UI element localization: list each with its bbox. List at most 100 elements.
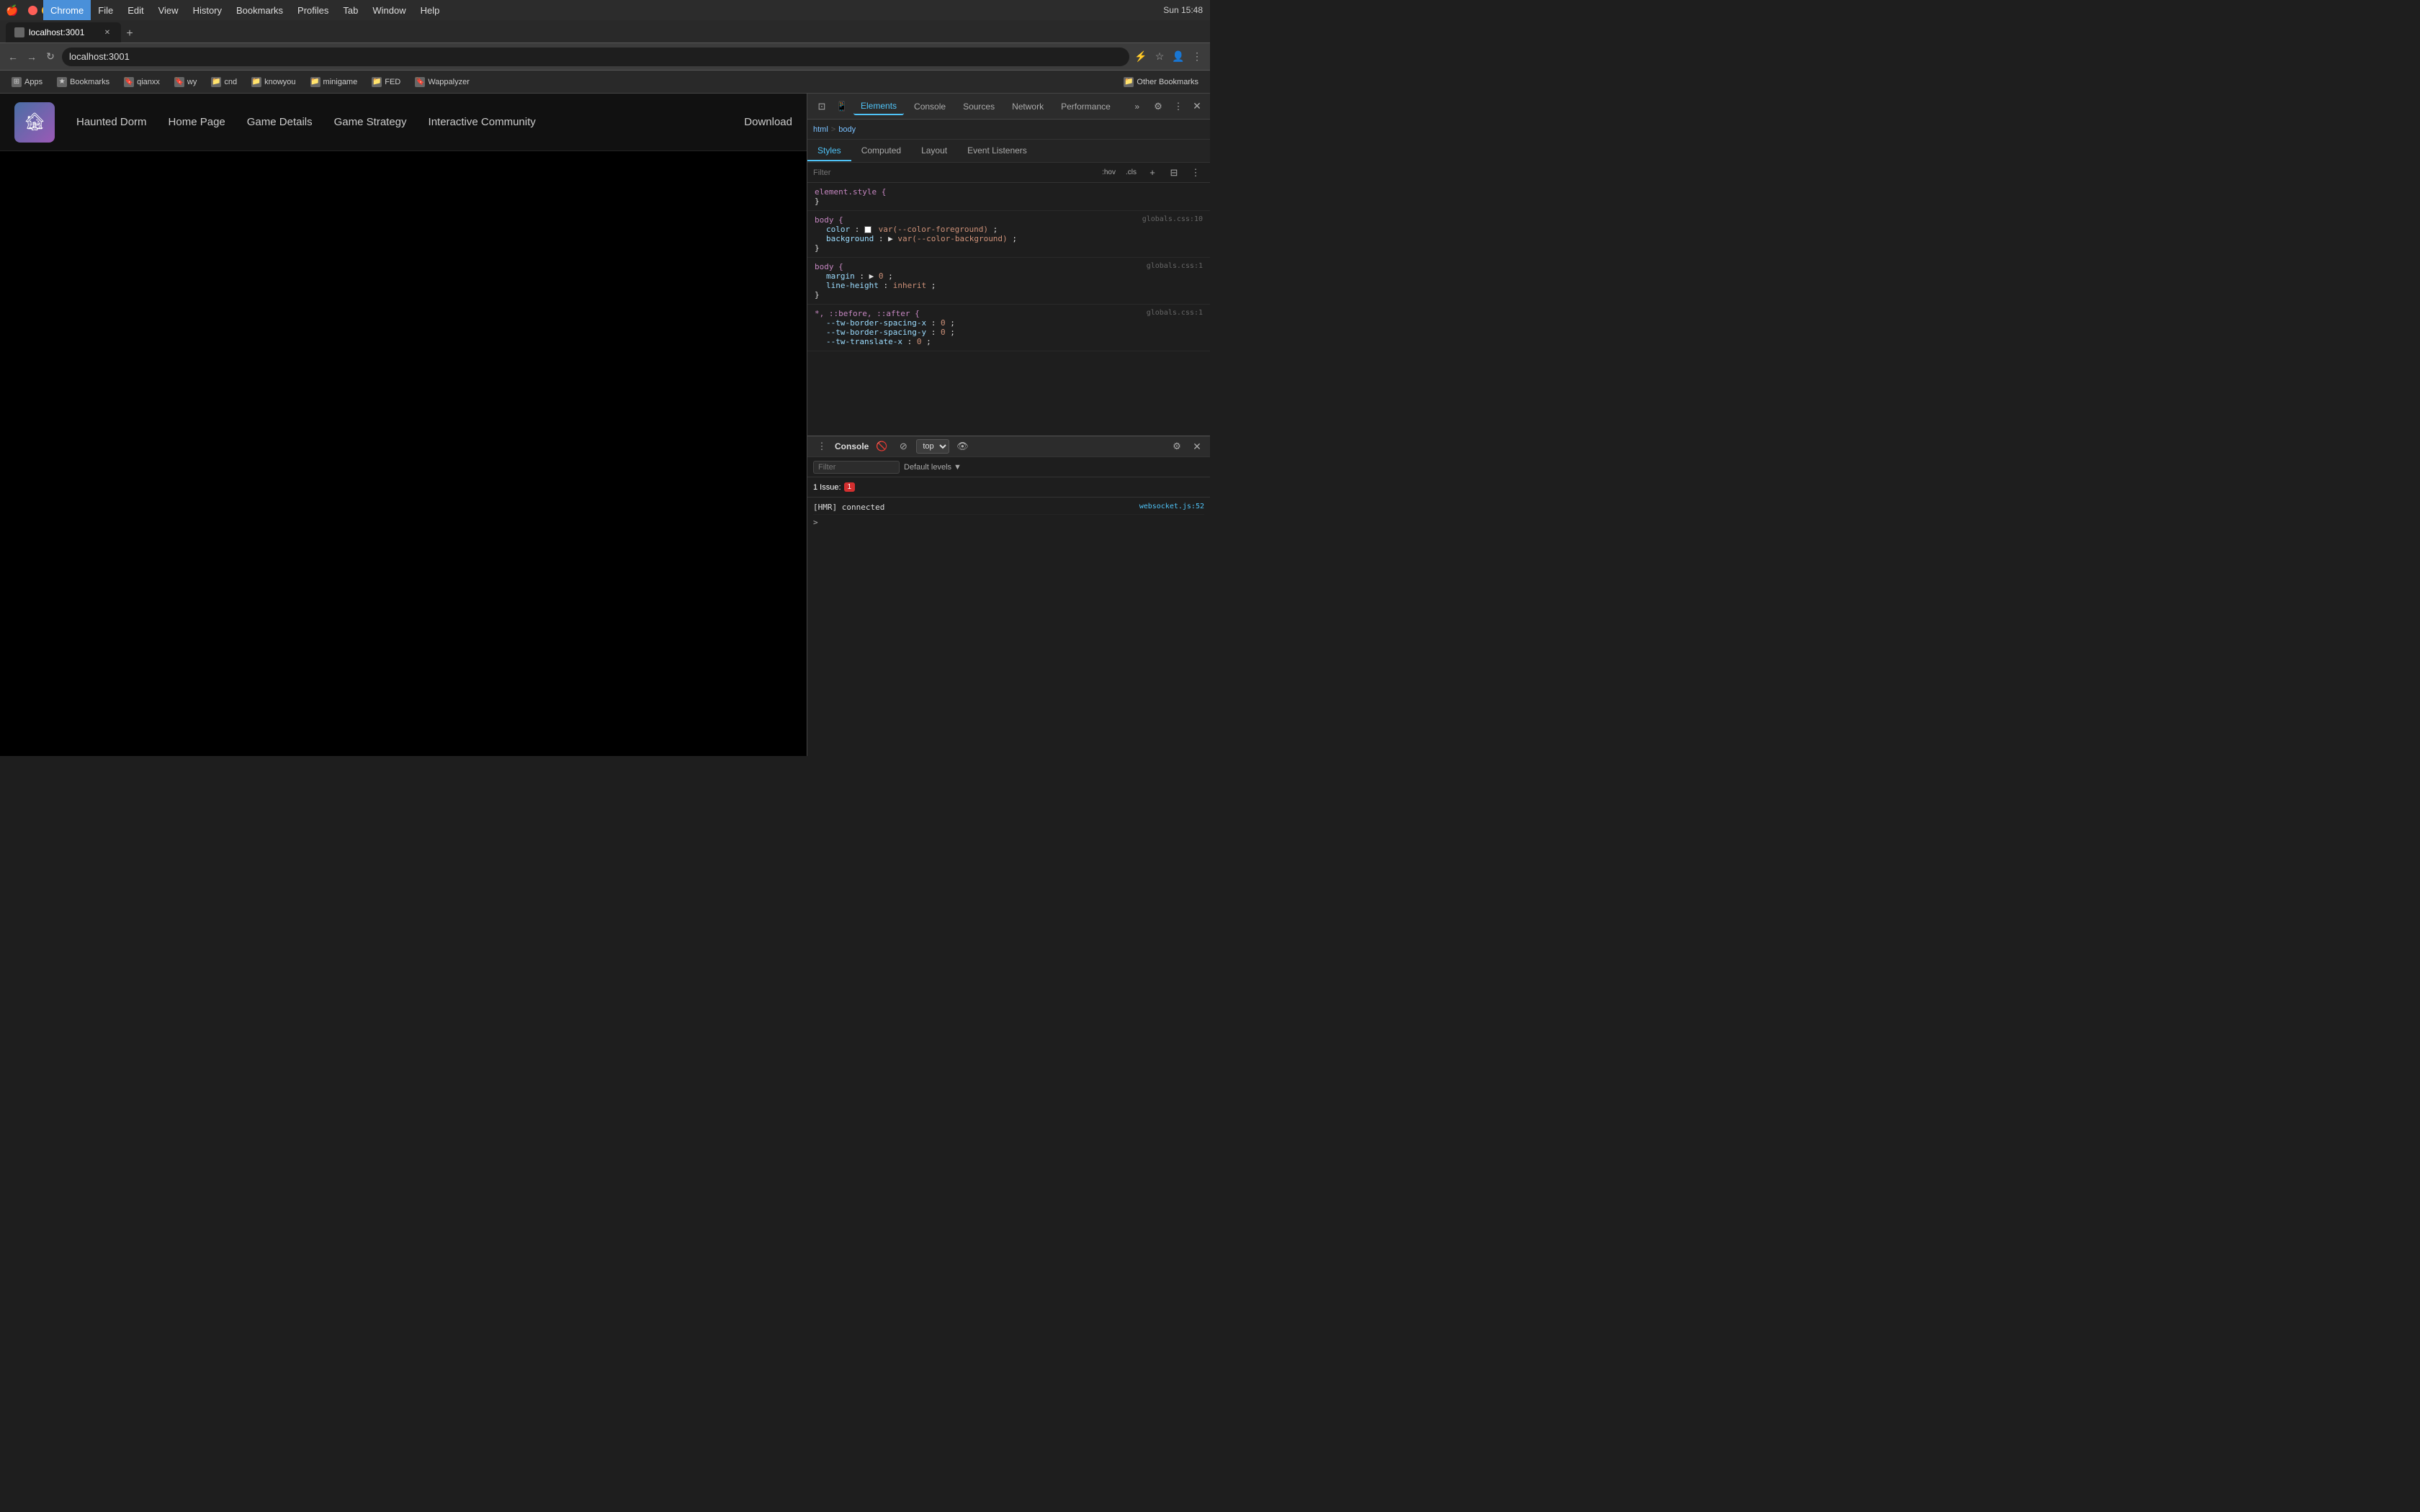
devtools-inspect-button[interactable]: ⊡: [813, 98, 830, 115]
new-tab-button[interactable]: +: [121, 25, 138, 42]
bookmark-other[interactable]: 📁 Other Bookmarks: [1118, 75, 1204, 89]
bookmark-cnd[interactable]: 📁 cnd: [205, 75, 243, 89]
nav-back-button[interactable]: ←: [6, 50, 20, 64]
css-prop-tw-border-x[interactable]: --tw-border-spacing-x: [826, 318, 926, 328]
bookmark-bookmarks[interactable]: ★ Bookmarks: [51, 75, 115, 89]
styles-tab-event-listeners[interactable]: Event Listeners: [957, 141, 1037, 161]
menu-help[interactable]: Help: [413, 0, 447, 20]
devtools-tab-sources[interactable]: Sources: [956, 99, 1002, 114]
traffic-light-close[interactable]: [28, 6, 37, 15]
nav-download-button[interactable]: Download: [744, 116, 792, 128]
bookmark-wappalyzer[interactable]: 🔖 Wappalyzer: [409, 75, 475, 89]
menu-bookmarks[interactable]: Bookmarks: [229, 0, 290, 20]
menu-chrome[interactable]: Chrome: [43, 0, 91, 20]
breadcrumb-body[interactable]: body: [838, 125, 856, 134]
extensions-button[interactable]: ⚡: [1134, 50, 1148, 64]
nav-interactive-community[interactable]: Interactive Community: [429, 116, 536, 128]
styles-tab-layout[interactable]: Layout: [911, 141, 957, 161]
console-issue-badge[interactable]: 1: [844, 482, 856, 492]
css-value-tw-border-y[interactable]: 0: [941, 328, 946, 337]
css-prop-margin[interactable]: margin: [826, 271, 855, 281]
css-source-before-after[interactable]: globals.css:1: [1147, 309, 1203, 317]
nav-game-strategy[interactable]: Game Strategy: [334, 116, 407, 128]
bookmark-apps[interactable]: ⊞ Apps: [6, 75, 48, 89]
menu-profiles[interactable]: Profiles: [290, 0, 336, 20]
add-style-rule-button[interactable]: +: [1144, 164, 1161, 181]
menu-tab[interactable]: Tab: [336, 0, 365, 20]
css-value-tw-translate-x[interactable]: 0: [917, 337, 922, 346]
css-prop-tw-border-y[interactable]: --tw-border-spacing-y: [826, 328, 926, 337]
styles-filter-input[interactable]: [813, 168, 1095, 177]
toggle-changes-button[interactable]: ⊟: [1165, 164, 1183, 181]
pseudo-cls-button[interactable]: .cls: [1123, 167, 1139, 178]
console-menu-button[interactable]: ⋮: [813, 438, 830, 455]
css-value-tw-border-x[interactable]: 0: [941, 318, 946, 328]
bookmark-cnd-label: cnd: [224, 78, 237, 86]
console-level-select[interactable]: Default levels ▼: [904, 463, 962, 472]
styles-tab-computed[interactable]: Computed: [851, 141, 911, 161]
css-value-lineheight[interactable]: inherit: [893, 281, 926, 290]
star-button[interactable]: ☆: [1152, 50, 1167, 64]
css-value-background[interactable]: var(--color-background): [897, 234, 1007, 243]
nav-forward-button[interactable]: →: [24, 50, 39, 64]
bookmark-minigame[interactable]: 📁 minigame: [305, 75, 364, 89]
menu-history[interactable]: History: [186, 0, 229, 20]
css-prop-color[interactable]: color: [826, 225, 850, 234]
menu-window[interactable]: Window: [365, 0, 413, 20]
more-style-options-button[interactable]: ⋮: [1187, 164, 1204, 181]
css-selector-body-1[interactable]: body {: [815, 215, 843, 225]
devtools-device-button[interactable]: 📱: [833, 98, 851, 115]
css-selector-element-style[interactable]: element.style {: [815, 187, 886, 197]
tab-close-button[interactable]: ✕: [102, 27, 112, 37]
menu-view[interactable]: View: [151, 0, 186, 20]
devtools-more-tabs[interactable]: »: [1127, 99, 1147, 114]
bookmark-fed[interactable]: 📁 FED: [366, 75, 406, 89]
address-bar[interactable]: localhost:3001: [62, 48, 1129, 66]
css-prop-background[interactable]: background: [826, 234, 874, 243]
css-selector-before-after[interactable]: *, ::before, ::after {: [815, 309, 920, 318]
bookmark-knowyou[interactable]: 📁 knowyou: [246, 75, 301, 89]
devtools-tab-performance[interactable]: Performance: [1054, 99, 1118, 114]
bookmark-qianxx-icon: 🔖: [124, 77, 134, 87]
console-eye-button[interactable]: 👁: [954, 438, 971, 455]
css-value-color[interactable]: var(--color-foreground): [879, 225, 988, 234]
console-settings-button[interactable]: ⚙: [1168, 438, 1186, 455]
devtools-more-options-button[interactable]: ⋮: [1170, 98, 1187, 115]
bookmark-wy[interactable]: 🔖 wy: [169, 75, 202, 89]
css-source-body-2[interactable]: globals.css:1: [1147, 262, 1203, 270]
css-rule-body-2: body { globals.css:1 margin : ▶ 0 ; line…: [807, 258, 1210, 305]
devtools-tab-network[interactable]: Network: [1005, 99, 1051, 114]
devtools-panel: ⊡ 📱 Elements Console Sources Network Per…: [807, 94, 1210, 756]
css-source-body-1[interactable]: globals.css:10: [1142, 215, 1203, 223]
devtools-tab-elements[interactable]: Elements: [853, 98, 904, 115]
styles-tab-styles[interactable]: Styles: [807, 141, 851, 161]
bookmark-qianxx-label: qianxx: [137, 78, 160, 86]
breadcrumb-html[interactable]: html: [813, 125, 828, 134]
nav-refresh-button[interactable]: ↻: [43, 50, 58, 64]
profile-button[interactable]: 👤: [1171, 50, 1186, 64]
console-filter-input[interactable]: [813, 461, 900, 474]
devtools-close-button[interactable]: ✕: [1190, 99, 1204, 114]
console-close-button[interactable]: ✕: [1190, 439, 1204, 454]
nav-home-page[interactable]: Home Page: [169, 116, 225, 128]
bookmark-qianxx[interactable]: 🔖 qianxx: [118, 75, 166, 89]
console-context-select[interactable]: top: [916, 439, 949, 454]
devtools-settings-button[interactable]: ⚙: [1150, 98, 1167, 115]
menu-edit[interactable]: Edit: [120, 0, 151, 20]
css-value-margin[interactable]: 0: [879, 271, 884, 281]
active-tab[interactable]: localhost:3001 ✕: [6, 22, 121, 42]
console-prompt[interactable]: >: [813, 515, 1204, 530]
menu-file[interactable]: File: [91, 0, 120, 20]
pseudo-hov-button[interactable]: :hov: [1099, 167, 1119, 178]
css-prop-lineheight[interactable]: line-height: [826, 281, 879, 290]
nav-haunted-dorm[interactable]: Haunted Dorm: [76, 116, 147, 128]
console-filter-icon-button[interactable]: ⊘: [895, 438, 912, 455]
css-rule-body-1: body { globals.css:10 color : var(--colo…: [807, 211, 1210, 258]
nav-game-details[interactable]: Game Details: [247, 116, 313, 128]
menu-dots-button[interactable]: ⋮: [1190, 50, 1204, 64]
css-selector-body-2[interactable]: body {: [815, 262, 843, 271]
console-hmr-source[interactable]: websocket.js:52: [1139, 503, 1204, 510]
css-prop-tw-translate-x[interactable]: --tw-translate-x: [826, 337, 902, 346]
devtools-tab-console[interactable]: Console: [907, 99, 953, 114]
console-clear-button[interactable]: 🚫: [873, 438, 890, 455]
